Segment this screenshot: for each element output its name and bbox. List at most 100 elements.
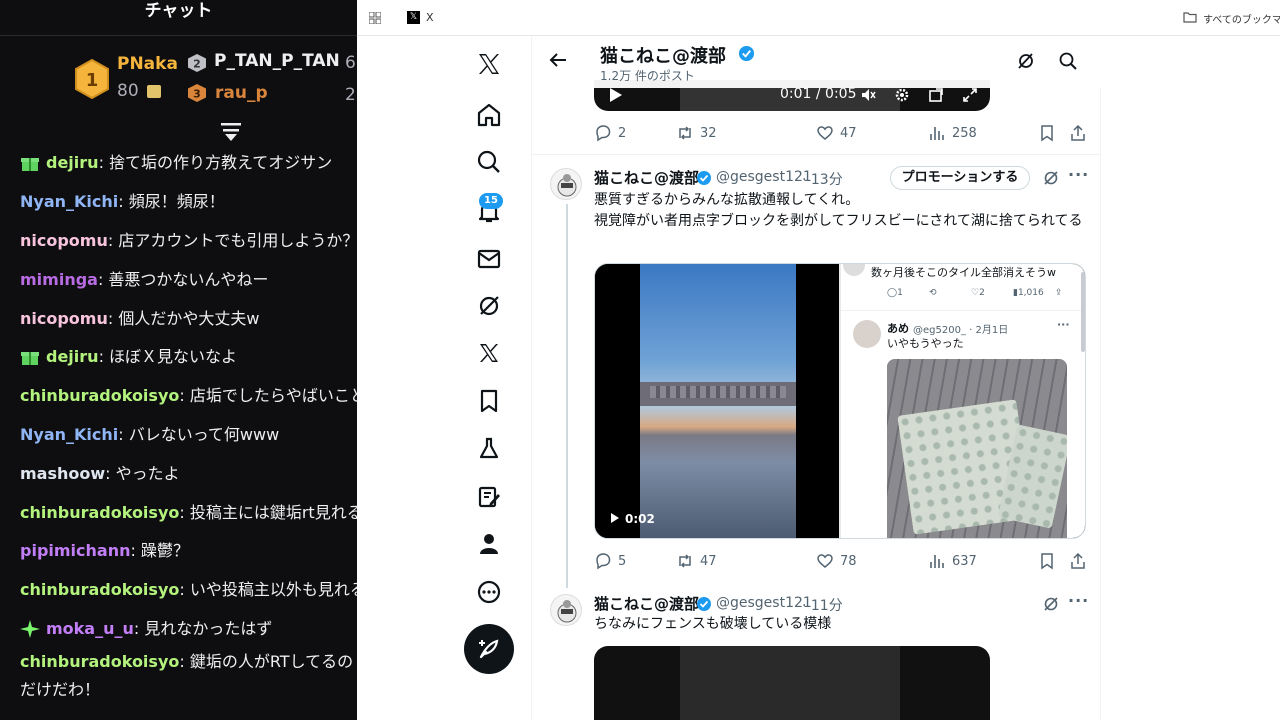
x-logo-icon[interactable] [475,50,503,78]
chat-username[interactable]: chinburadokoisyo [20,500,179,526]
header-title: 猫こねこ@渡部 [600,46,726,67]
grok-icon[interactable] [475,292,503,320]
post1-media[interactable]: 0:02 数ヶ月後そこのタイル全部消えそうw ◯ 1 ⟲ ♡ 2 ▮ 1,016… [594,263,1086,539]
leaderboard-second-name[interactable]: P_TAN_P_TAN [214,51,340,71]
mute-icon[interactable] [860,87,876,103]
chat-username[interactable]: dejiru [46,344,99,370]
promote-button[interactable]: プロモーションする [890,166,1030,190]
views-button[interactable]: 258 [928,122,977,144]
grok-explain-icon[interactable] [1042,595,1060,613]
all-bookmarks-link[interactable]: すべてのブックマーク [1203,11,1280,26]
profile-header: 猫こねこ@渡部 1.2万 件のポスト [532,36,1102,88]
tab-title[interactable]: X [426,11,434,24]
chat-message: nicopomu: 個人だかや大丈夫w [0,299,357,338]
post1-time[interactable]: · 13分 [802,169,843,189]
chat-username[interactable]: miminga [20,267,98,293]
post1-author-name[interactable]: 猫こねこ@渡部 [594,167,699,188]
leaderboard-third-name[interactable]: rau_p [215,83,268,103]
repost-button[interactable]: 47 [676,550,717,572]
chat-username[interactable]: nicopomu [20,228,108,254]
folder-icon [1183,12,1197,23]
chat-username[interactable]: dejiru [46,150,99,176]
share-icon[interactable] [1069,552,1087,570]
fullscreen-icon[interactable] [962,87,978,103]
post1-more-icon[interactable]: ··· [1068,165,1089,184]
chat-message: miminga: 善悪つかないんやねー [0,260,357,299]
play-icon[interactable] [610,88,622,102]
collapse-leaderboard-icon[interactable] [219,122,243,142]
chat-title: チャット [0,0,357,36]
timeline-column: 猫こねこ@渡部 1.2万 件のポスト 0:01 / 0:05 2 32 47 2… [531,36,1102,720]
chat-message: dejiru: ほぼＸ見ないなよ [0,338,357,377]
gift-badge-icon [21,158,39,172]
chat-message-text: : バレないって何www [118,424,280,444]
more-options-icon[interactable] [475,578,503,606]
chat-username[interactable]: Nyan_Kichi [20,422,118,448]
chat-username[interactable]: chinburadokoisyo [20,383,179,409]
embed-more-icon: ··· [1057,318,1070,331]
gift-icon [147,85,161,98]
post1-avatar[interactable] [550,168,582,200]
leaderboard-second-value: 6 [345,53,356,73]
browser-window: 𝕏 X すべてのブックマーク 15 [357,0,1280,720]
reply-button[interactable]: 2 [594,122,626,144]
post2-more-icon[interactable]: ··· [1068,591,1089,610]
chat-username[interactable]: Nyan_Kichi [20,189,118,215]
post1-video[interactable]: 0:02 [595,264,839,538]
chat-message-text: : 店アカウントでも引用しようか？ [107,230,357,250]
explore-search-icon[interactable] [475,148,503,176]
picture-in-picture-icon[interactable] [928,87,944,103]
browser-tab-bar: 𝕏 X すべてのブックマーク [357,0,1280,36]
bookmark-icon[interactable] [1038,552,1056,570]
home-icon[interactable] [475,101,503,129]
chat-message-text: : 店垢でしたらやばいこと [179,386,357,406]
reply-button[interactable]: 5 [594,550,626,572]
settings-gear-icon[interactable] [894,87,910,103]
repost-button[interactable]: 32 [676,122,717,144]
chat-username[interactable]: chinburadokoisyo [20,652,179,671]
gift-badge-icon [21,352,39,366]
chat-username[interactable]: pipimichann [20,538,130,564]
post2-time[interactable]: · 11分 [802,595,843,615]
jobs-flask-icon[interactable] [475,435,503,463]
search-icon[interactable] [1058,51,1078,71]
tab-grid-icon[interactable] [369,12,381,24]
grok-explain-icon[interactable] [1042,169,1060,187]
post2-handle[interactable]: @gesgest121 [716,595,812,611]
bookmarks-icon[interactable] [475,387,503,415]
chat-message: pipimichann: 躁鬱？ [0,532,357,571]
embedded-screenshot: 数ヶ月後そこのタイル全部消えそうw ◯ 1 ⟲ ♡ 2 ▮ 1,016 ⇪ あめ… [839,264,1085,538]
post2-avatar[interactable] [550,594,582,626]
grok-explain-icon[interactable] [1016,51,1036,71]
like-button[interactable]: 78 [816,550,857,572]
articles-edit-icon[interactable] [475,483,503,511]
leaderboard-first-name[interactable]: PNaka [117,54,178,74]
embed-top-text: 数ヶ月後そこのタイル全部消えそうw [871,266,1056,279]
chat-username[interactable]: mashoow [20,461,105,487]
reply-icon [596,125,611,142]
views-chart-icon [930,127,944,140]
premium-x-icon[interactable] [475,339,503,367]
chat-username[interactable]: nicopomu [20,306,108,332]
chat-message: Nyan_Kichi: 頻尿！頻尿！ [0,183,357,222]
post1-action-bar: 5 47 78 637 [594,550,1089,572]
chat-username[interactable]: moka_u_u [46,616,134,642]
profile-person-icon[interactable] [475,530,503,558]
views-button[interactable]: 637 [928,550,977,572]
post1-handle[interactable]: @gesgest121 [716,169,812,185]
svg-text:2: 2 [193,58,201,71]
post2-author-name[interactable]: 猫こねこ@渡部 [594,593,699,614]
tactile-blocks-photo [887,359,1067,538]
back-arrow-icon[interactable] [548,50,568,70]
share-icon[interactable] [1069,124,1087,142]
chat-username[interactable]: chinburadokoisyo [20,577,179,603]
messages-envelope-icon[interactable] [475,245,503,273]
gold-medal-icon: 1 [75,59,109,99]
like-button[interactable]: 47 [816,122,857,144]
post2-video[interactable] [594,646,990,720]
repost-icon [679,554,691,568]
compose-post-button[interactable] [464,624,514,674]
embed-share-icon: ⇪ [1055,288,1063,298]
bookmark-icon[interactable] [1038,124,1056,142]
embed-handle: @eg5200_ · 2月1日 [913,325,1009,336]
